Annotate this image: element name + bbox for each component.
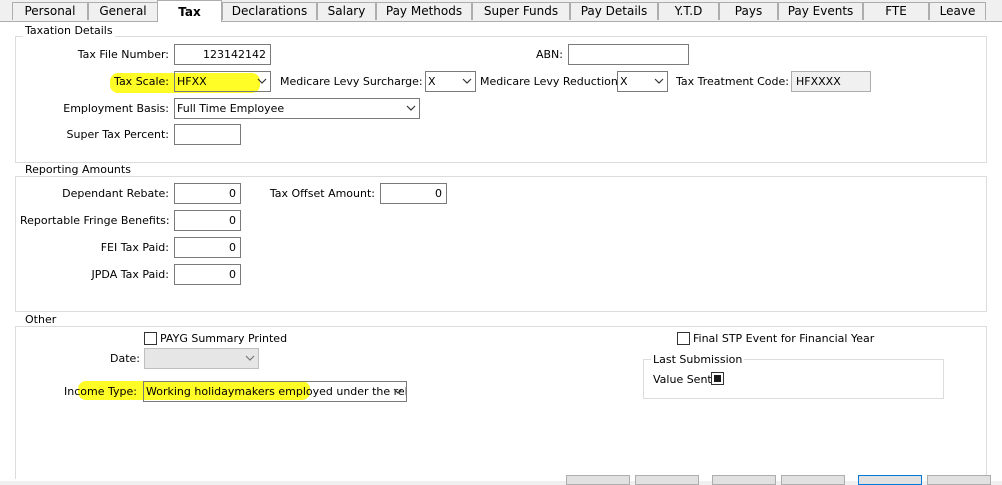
tax-scale-select[interactable]: HFXX — [174, 71, 271, 92]
final-stp-event-label: Final STP Event for Financial Year — [693, 332, 875, 345]
reportable-fringe-benefits-field[interactable]: 0 — [174, 210, 241, 231]
jpda-tax-paid-label: JPDA Tax Paid: — [91, 268, 169, 281]
medicare-surcharge-select[interactable]: X — [425, 71, 476, 92]
date-label: Date: — [110, 352, 140, 365]
income-type-value: Working holidaymakers employed under the… — [146, 385, 407, 398]
value-sent-checkbox — [711, 372, 724, 385]
jpda-tax-paid-field[interactable]: 0 — [174, 264, 241, 285]
fei-tax-paid-label: FEI Tax Paid: — [100, 241, 169, 254]
employment-basis-select[interactable]: Full Time Employee — [174, 98, 420, 119]
date-picker[interactable] — [144, 348, 259, 369]
taxation-details-title: Taxation Details — [23, 24, 115, 37]
tab-personal[interactable]: Personal — [12, 2, 88, 20]
tax-treatment-code-field: HFXXXX — [791, 71, 871, 92]
tab-salary[interactable]: Salary — [317, 2, 376, 20]
reportable-fringe-benefits-label: Reportable Fringe Benefits: — [20, 214, 170, 227]
tab-leave[interactable]: Leave — [929, 2, 986, 20]
bottom-button-default[interactable] — [858, 475, 922, 485]
super-tax-percent-label: Super Tax Percent: — [66, 128, 169, 141]
medicare-surcharge-value: X — [428, 75, 436, 88]
other-title: Other — [23, 313, 59, 326]
value-sent-label: Value Sent: — [653, 373, 716, 386]
bottom-button[interactable] — [927, 475, 991, 485]
medicare-surcharge-label: Medicare Levy Surcharge: — [280, 75, 423, 88]
payg-summary-printed-label: PAYG Summary Printed — [160, 332, 288, 345]
bottom-button[interactable] — [635, 475, 699, 485]
tab-pay-events[interactable]: Pay Events — [778, 2, 863, 20]
tab-pays[interactable]: Pays — [719, 2, 778, 20]
tfn-label: Tax File Number: — [77, 48, 169, 61]
medicare-reduction-label: Medicare Levy Reduction: — [480, 75, 622, 88]
dependant-rebate-label: Dependant Rebate: — [62, 187, 169, 200]
final-stp-event-checkbox[interactable] — [677, 332, 690, 345]
income-type-label: Income Type: — [64, 385, 137, 398]
tab-super-funds[interactable]: Super Funds — [472, 2, 570, 20]
fei-tax-paid-field[interactable]: 0 — [174, 237, 241, 258]
employment-basis-label: Employment Basis: — [63, 102, 169, 115]
abn-label: ABN: — [535, 48, 563, 61]
tax-scale-label: Tax Scale: — [114, 75, 169, 88]
reporting-amounts-title: Reporting Amounts — [23, 163, 133, 176]
abn-field[interactable] — [568, 44, 689, 65]
chevron-down-icon — [257, 78, 267, 84]
chevron-down-icon — [462, 78, 472, 84]
tab-bar: Personal General Tax Declarations Salary… — [0, 0, 1002, 22]
payg-summary-printed-checkbox[interactable] — [144, 332, 157, 345]
tab-ytd[interactable]: Y.T.D — [658, 2, 719, 20]
bottom-button[interactable] — [712, 475, 776, 485]
chevron-down-icon — [393, 388, 403, 394]
tab-declarations[interactable]: Declarations — [222, 2, 317, 20]
tax-treatment-code-label: Tax Treatment Code: — [676, 75, 789, 88]
tab-pay-details[interactable]: Pay Details — [570, 2, 658, 20]
employment-basis-value: Full Time Employee — [177, 102, 285, 115]
medicare-reduction-select[interactable]: X — [617, 71, 668, 92]
medicare-reduction-value: X — [620, 75, 628, 88]
tax-scale-value: HFXX — [177, 75, 207, 88]
tfn-field[interactable]: 123142142 — [174, 44, 271, 65]
super-tax-percent-field[interactable] — [174, 124, 241, 145]
tab-tax[interactable]: Tax — [157, 0, 222, 22]
tax-offset-amount-label: Tax Offset Amount: — [269, 187, 375, 200]
last-submission-title: Last Submission — [651, 353, 745, 366]
tab-pay-methods[interactable]: Pay Methods — [376, 2, 472, 20]
income-type-select[interactable]: Working holidaymakers employed under the… — [143, 381, 407, 402]
tab-general[interactable]: General — [88, 2, 158, 20]
chevron-down-icon — [245, 355, 255, 361]
chevron-down-icon — [654, 78, 664, 84]
bottom-button[interactable] — [566, 475, 630, 485]
bottom-button[interactable] — [781, 475, 845, 485]
tax-offset-amount-field[interactable]: 0 — [380, 183, 447, 204]
dependant-rebate-field[interactable]: 0 — [174, 183, 241, 204]
chevron-down-icon — [406, 105, 416, 111]
tab-fte[interactable]: FTE — [863, 2, 929, 20]
